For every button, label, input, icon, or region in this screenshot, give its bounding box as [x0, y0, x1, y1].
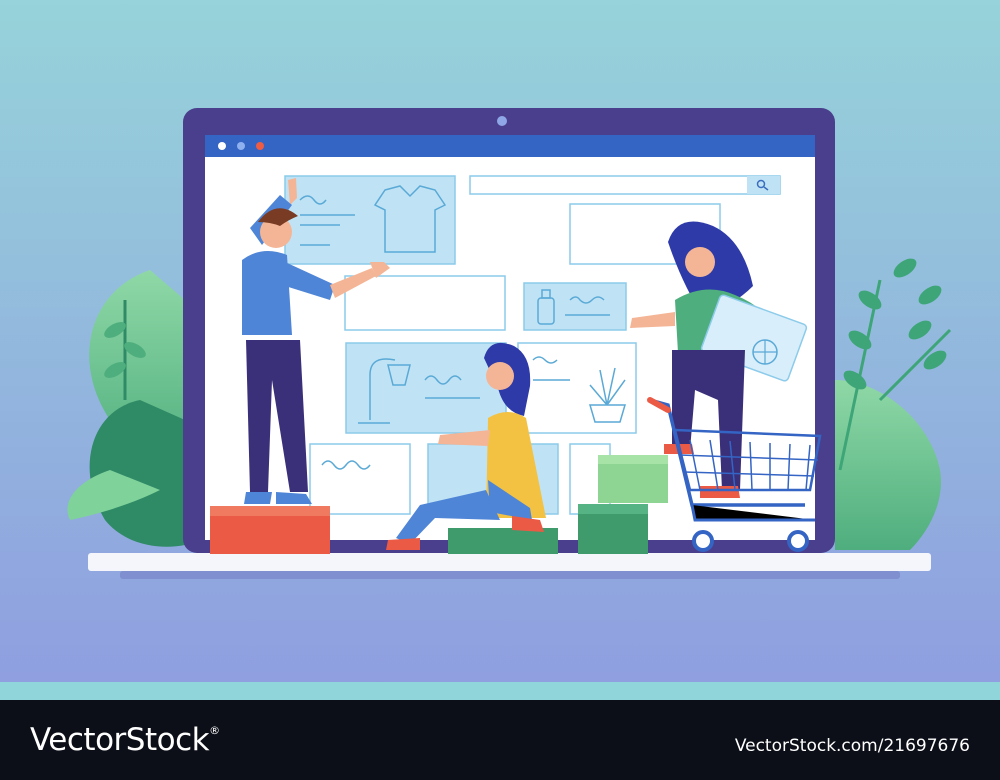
green-box	[448, 528, 558, 554]
product-card	[344, 275, 506, 331]
window-dot	[237, 142, 245, 150]
browser-bar	[205, 135, 815, 157]
laptop-base-shadow	[120, 571, 900, 579]
webcam-dot	[497, 116, 507, 126]
laptop-base	[88, 553, 931, 571]
window-dot	[256, 142, 264, 150]
vectorstock-logo: VectorStock®	[30, 722, 220, 758]
window-dot	[218, 142, 226, 150]
screen-search-bar	[469, 175, 781, 195]
brand-name: VectorStock	[30, 722, 210, 758]
stock-illustration: VectorStock® VectorStock.com/21697676	[0, 0, 1000, 780]
watermark-footer: VectorStock® VectorStock.com/21697676	[0, 700, 1000, 780]
product-card	[309, 443, 411, 515]
registered-mark: ®	[209, 724, 220, 737]
image-id: VectorStock.com/21697676	[734, 736, 970, 756]
teal-strip	[0, 682, 1000, 700]
product-card	[517, 342, 637, 434]
illustration-scene	[0, 0, 1000, 690]
